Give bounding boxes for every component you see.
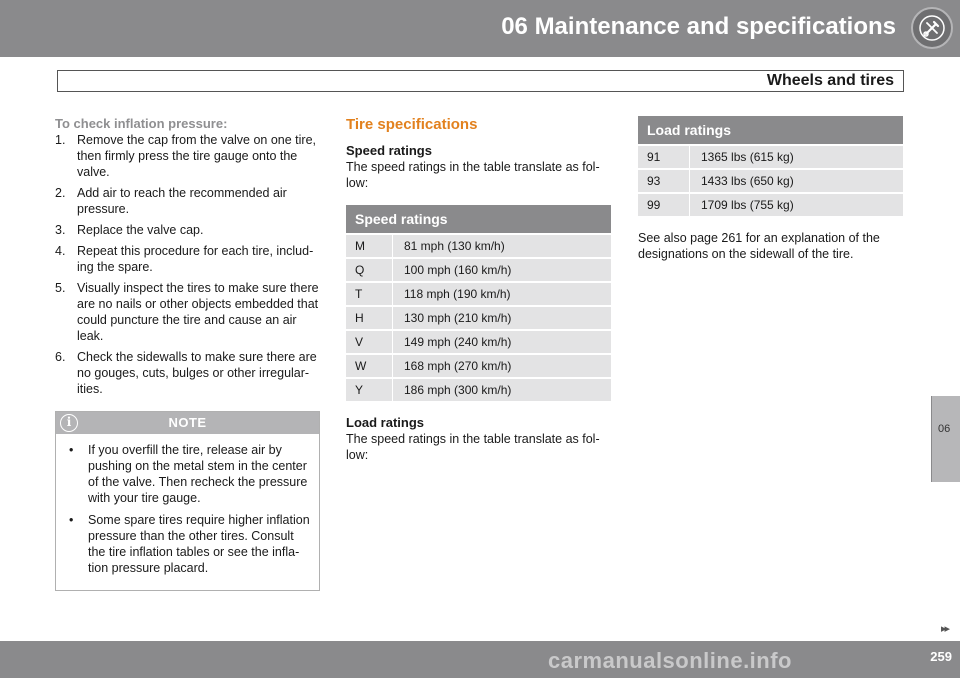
table-header-row: Speed ratings xyxy=(346,205,611,233)
section-bar: Wheels and tires xyxy=(57,70,904,92)
speed-ratings-subhead: Speed ratings xyxy=(346,143,432,158)
rating-code: H xyxy=(346,305,393,329)
watermark: carmanualsonline.info xyxy=(548,648,792,673)
wrench-screwdriver-icon xyxy=(911,7,953,49)
load-ratings-subhead: Load ratings xyxy=(346,415,425,430)
list-item: 5. Visually inspect the tires to make sur… xyxy=(55,280,320,344)
rating-code: T xyxy=(346,281,393,305)
table-row: 99 1709 lbs (755 kg) xyxy=(638,192,903,216)
rating-code: 99 xyxy=(638,192,690,216)
speed-ratings-text: The speed ratings in the table translate… xyxy=(346,160,600,190)
column-load-ratings: Load ratings 91 1365 lbs (615 kg) 93 1433 … xyxy=(638,116,904,262)
chapter-side-tab[interactable]: 06 xyxy=(931,396,960,482)
see-also-text: See also page 261 for an explanation of … xyxy=(638,231,880,261)
inflation-heading: To check inflation pressure: xyxy=(55,116,228,131)
step-text: Remove the cap from the valve on one tir… xyxy=(77,133,317,179)
rating-value: 1365 lbs (615 kg) xyxy=(690,144,903,168)
table-row: W 168 mph (270 km/h) xyxy=(346,353,611,377)
rating-code: W xyxy=(346,353,393,377)
table-row: H 130 mph (210 km/h) xyxy=(346,305,611,329)
note-title: NOTE xyxy=(168,415,207,430)
step-text: Replace the valve cap. xyxy=(77,223,204,237)
list-item: 2. Add air to reach the recommended air p… xyxy=(55,185,320,217)
step-number: 4. xyxy=(55,244,66,258)
table-header: Speed ratings xyxy=(355,211,448,227)
step-text: Add air to reach the recommended air pre… xyxy=(77,186,287,216)
step-text: Check the sidewalls to make sure there a… xyxy=(77,350,317,396)
rating-value: 118 mph (190 km/h) xyxy=(393,281,611,305)
inflation-steps: 1. Remove the cap from the valve on one t… xyxy=(55,132,320,397)
table-row: Q 100 mph (160 km/h) xyxy=(346,257,611,281)
rating-code: 93 xyxy=(638,168,690,192)
rating-code: M xyxy=(346,233,393,257)
rating-code: V xyxy=(346,329,393,353)
side-tab-label: 06 xyxy=(938,423,951,435)
step-number: 2. xyxy=(55,186,66,200)
footer-bar xyxy=(0,641,960,678)
step-number: 3. xyxy=(55,223,66,237)
note-box: i NOTE • If you overfill the tire, releas… xyxy=(55,411,320,591)
load-ratings-table: Load ratings 91 1365 lbs (615 kg) 93 1433 … xyxy=(638,116,903,216)
rating-code: Y xyxy=(346,377,393,401)
step-number: 5. xyxy=(55,281,66,295)
bullet-icon: • xyxy=(69,443,74,457)
step-text: Repeat this procedure for each tire, inc… xyxy=(77,244,314,274)
load-ratings-text: The speed ratings in the table translate… xyxy=(346,432,600,462)
rating-value: 1433 lbs (650 kg) xyxy=(690,168,903,192)
section-title: Wheels and tires xyxy=(766,72,894,89)
step-number: 1. xyxy=(55,133,66,147)
note-header: i NOTE xyxy=(56,412,319,434)
table-row: M 81 mph (130 km/h) xyxy=(346,233,611,257)
step-number: 6. xyxy=(55,350,66,364)
table-row: 91 1365 lbs (615 kg) xyxy=(638,144,903,168)
chapter-title: 06 Maintenance and specifications xyxy=(501,13,896,40)
note-text: Some spare tires require higher inflatio… xyxy=(88,513,310,575)
list-item: 6. Check the sidewalls to make sure there… xyxy=(55,349,320,397)
page-number: 259 xyxy=(930,649,952,664)
rating-value: 1709 lbs (755 kg) xyxy=(690,192,903,216)
rating-code: 91 xyxy=(638,144,690,168)
bullet-icon: • xyxy=(69,513,74,527)
rating-value: 186 mph (300 km/h) xyxy=(393,377,611,401)
step-text: Visually inspect the tires to make sure … xyxy=(77,281,319,343)
column-tire-specs: Tire specifications Speed ratings The sp… xyxy=(346,116,611,463)
list-item: 3. Replace the valve cap. xyxy=(55,222,320,238)
rating-value: 81 mph (130 km/h) xyxy=(393,233,611,257)
rating-code: Q xyxy=(346,257,393,281)
table-row: 93 1433 lbs (650 kg) xyxy=(638,168,903,192)
rating-value: 149 mph (240 km/h) xyxy=(393,329,611,353)
rating-value: 100 mph (160 km/h) xyxy=(393,257,611,281)
note-text: If you overfill the tire, release air by… xyxy=(88,443,308,505)
continue-arrows-icon: ▸▸ xyxy=(940,623,950,635)
rating-value: 130 mph (210 km/h) xyxy=(393,305,611,329)
note-list: • If you overfill the tire, release air b… xyxy=(56,434,319,576)
list-item: 1. Remove the cap from the valve on one t… xyxy=(55,132,320,180)
tire-specs-heading: Tire specifications xyxy=(346,116,478,133)
table-header: Load ratings xyxy=(647,122,732,138)
table-header-row: Load ratings xyxy=(638,116,903,144)
column-inflation: To check inflation pressure: 1. Remove th… xyxy=(55,116,320,591)
list-item: • Some spare tires require higher inflati… xyxy=(66,512,311,576)
list-item: • If you overfill the tire, release air b… xyxy=(66,442,311,506)
table-row: Y 186 mph (300 km/h) xyxy=(346,377,611,401)
table-row: V 149 mph (240 km/h) xyxy=(346,329,611,353)
rating-value: 168 mph (270 km/h) xyxy=(393,353,611,377)
table-row: T 118 mph (190 km/h) xyxy=(346,281,611,305)
list-item: 4. Repeat this procedure for each tire, i… xyxy=(55,243,320,275)
speed-ratings-table: Speed ratings M 81 mph (130 km/h) Q 100 mp… xyxy=(346,205,611,401)
